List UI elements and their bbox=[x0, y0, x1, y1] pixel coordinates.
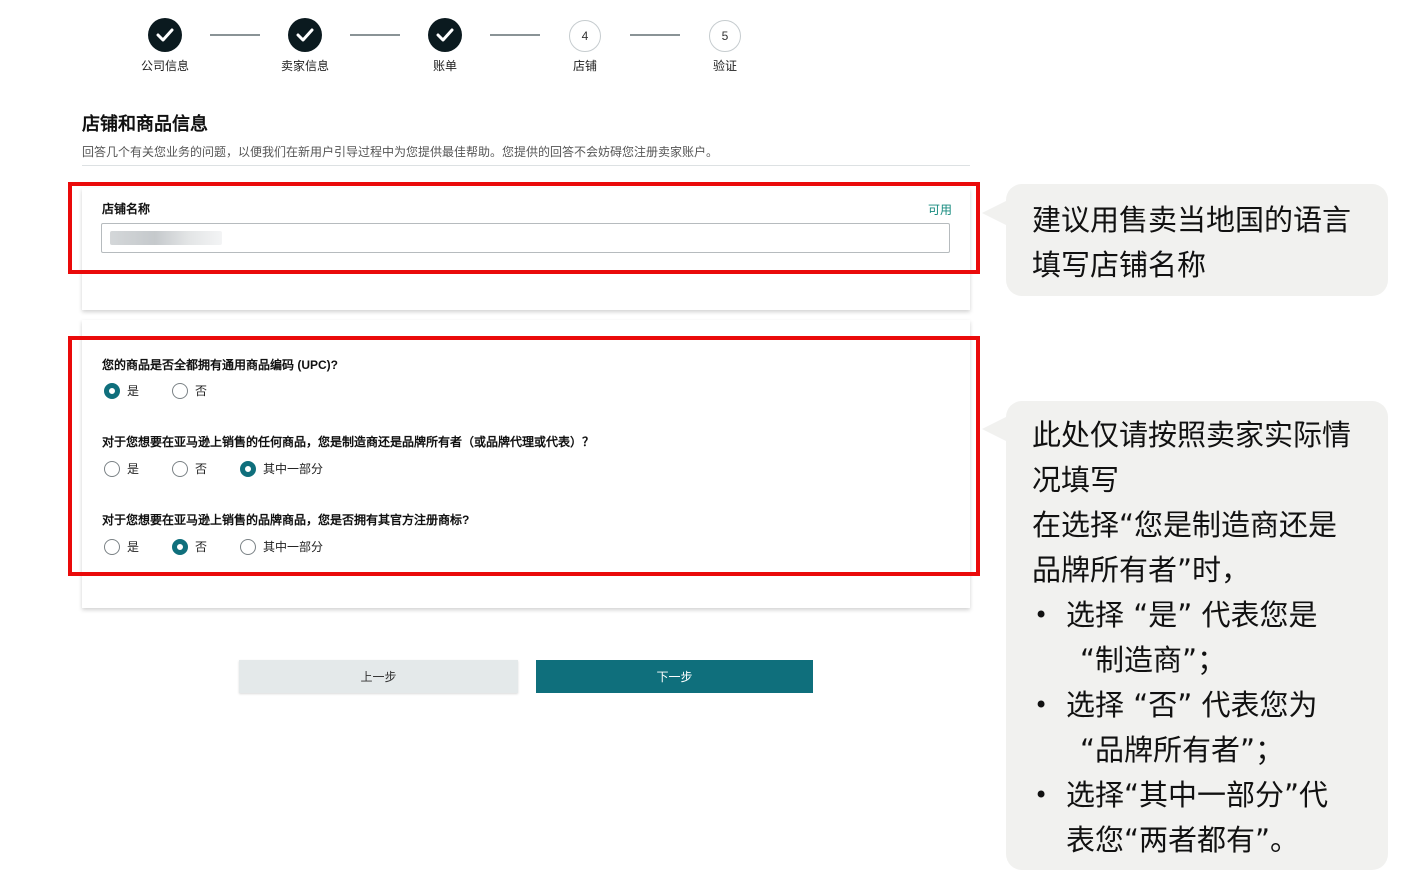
step-connector bbox=[490, 34, 540, 36]
step-label: 账单 bbox=[432, 59, 457, 73]
step-connector bbox=[630, 34, 680, 36]
bullet-line: 选择“其中一部分”代 bbox=[1066, 778, 1329, 812]
bullet-line: 表您“两者都有”。 bbox=[1066, 823, 1300, 857]
highlight-frame-questions bbox=[68, 336, 980, 576]
callout-line: 况填写 bbox=[1032, 463, 1120, 497]
check-icon bbox=[288, 18, 322, 52]
page-title: 店铺和商品信息 bbox=[82, 114, 208, 134]
step-connector bbox=[210, 34, 260, 36]
check-icon bbox=[428, 18, 462, 52]
callout-line: 品牌所有者”时， bbox=[1032, 553, 1251, 587]
step-store: 4 店铺 bbox=[545, 18, 625, 74]
previous-step-button[interactable]: 上一步 bbox=[239, 660, 518, 693]
callout-bullet: 选择 “否” 代表您为 “品牌所有者”； bbox=[1032, 683, 1374, 773]
step-seller-info: 卖家信息 bbox=[265, 18, 345, 74]
step-verification: 5 验证 bbox=[685, 18, 765, 74]
bullet-line: “品牌所有者”； bbox=[1080, 733, 1285, 767]
callout-bullet-list: 选择 “是” 代表您是 “制造商”； 选择 “否” 代表您为 “品牌所有者”； … bbox=[1032, 593, 1374, 863]
page-description: 回答几个有关您业务的问题，以便我们在新用户引导过程中为您提供最佳帮助。您提供的回… bbox=[82, 145, 719, 159]
bullet-line: 选择 “是” 代表您是 bbox=[1066, 598, 1318, 632]
step-label: 公司信息 bbox=[140, 59, 189, 73]
progress-stepper: 公司信息 卖家信息 账单 4 店铺 5 验证 bbox=[0, 0, 980, 90]
callout-pointer bbox=[982, 416, 1008, 442]
next-step-button[interactable]: 下一步 bbox=[536, 660, 813, 693]
callout-store-name-tip: 建议用售卖当地国的语言 填写店铺名称 bbox=[1006, 184, 1388, 296]
step-number: 5 bbox=[709, 20, 741, 52]
check-icon bbox=[148, 18, 182, 52]
callout-bullet: 选择“其中一部分”代 表您“两者都有”。 bbox=[1032, 773, 1374, 863]
step-connector bbox=[350, 34, 400, 36]
callout-line: 填写店铺名称 bbox=[1032, 248, 1207, 282]
step-billing: 账单 bbox=[405, 18, 485, 74]
step-label: 卖家信息 bbox=[280, 59, 329, 73]
bullet-line: “制造商”； bbox=[1080, 643, 1227, 677]
step-number: 4 bbox=[569, 20, 601, 52]
callout-line: 此处仅请按照卖家实际情 bbox=[1032, 418, 1352, 452]
callout-questions-tip: 此处仅请按照卖家实际情 况填写 在选择“您是制造商还是 品牌所有者”时， 选择 … bbox=[1006, 401, 1388, 870]
step-label: 验证 bbox=[712, 59, 737, 73]
callout-bullet: 选择 “是” 代表您是 “制造商”； bbox=[1032, 593, 1374, 683]
highlight-frame-store-name bbox=[68, 182, 980, 274]
step-company-info: 公司信息 bbox=[125, 18, 205, 74]
callout-line: 建议用售卖当地国的语言 bbox=[1032, 203, 1352, 237]
divider bbox=[82, 165, 970, 166]
callout-line: 在选择“您是制造商还是 bbox=[1032, 508, 1338, 542]
bullet-line: 选择 “否” 代表您为 bbox=[1066, 688, 1318, 722]
callout-pointer bbox=[982, 200, 1008, 226]
step-label: 店铺 bbox=[572, 59, 597, 73]
